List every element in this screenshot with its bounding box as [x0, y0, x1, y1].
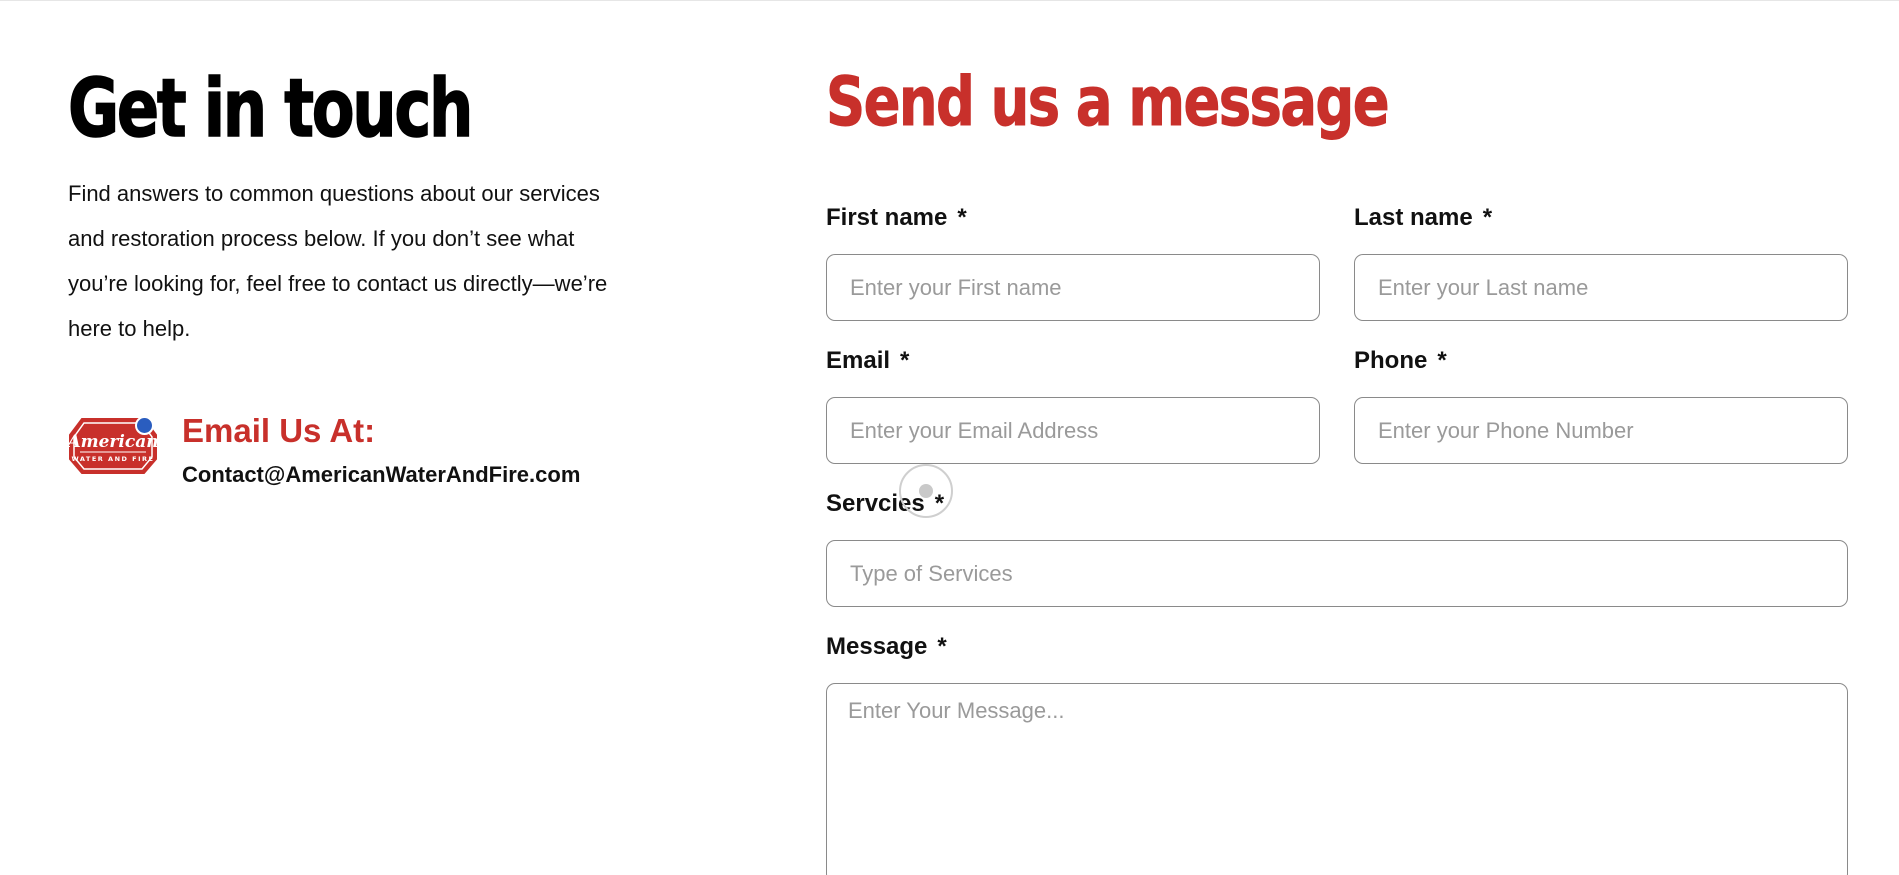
last-name-label: Last name * [1354, 203, 1848, 233]
last-name-label-text: Last name [1354, 204, 1473, 231]
required-marker: * [900, 347, 910, 374]
logo-dot-icon [135, 416, 154, 435]
required-marker: * [934, 490, 945, 517]
services-label: Servcies * [826, 489, 1848, 519]
contact-form: First name * Last name * Email * Phone * [826, 203, 1848, 875]
phone-field-group: Phone * [1354, 346, 1848, 489]
logo-tagline: WATER AND FIRE [72, 455, 155, 463]
message-textarea[interactable] [826, 683, 1848, 875]
email-contact-text: Email Us At: Contact@AmericanWaterAndFir… [182, 411, 580, 489]
get-in-touch-heading: Get in touch [67, 61, 474, 156]
message-label: Message * [826, 632, 1848, 662]
required-marker: * [957, 204, 967, 231]
message-label-text: Message [826, 633, 928, 660]
services-label-text: Servcies [826, 490, 925, 517]
email-label-text: Email [826, 347, 891, 374]
contact-row: Email * Phone * [826, 346, 1848, 489]
required-marker: * [937, 633, 947, 660]
services-input[interactable] [826, 540, 1848, 607]
first-name-field-group: First name * [826, 203, 1320, 346]
name-row: First name * Last name * [826, 203, 1848, 346]
last-name-input[interactable] [1354, 254, 1848, 321]
phone-label-text: Phone [1354, 347, 1428, 374]
email-label: Email * [826, 346, 1320, 376]
contact-info-section: Get in touch Find answers to common ques… [67, 61, 648, 487]
contact-page: Get in touch Find answers to common ques… [0, 0, 1899, 875]
last-name-field-group: Last name * [1354, 203, 1848, 346]
required-marker: * [1437, 347, 1447, 374]
services-field-group: Servcies * [826, 489, 1848, 607]
logo-wordmark: American [68, 432, 158, 452]
email-contact-block: American WATER AND FIRE Email Us At: Con… [68, 411, 580, 489]
send-message-heading: Send us a message [826, 63, 1390, 143]
email-field-group: Email * [826, 346, 1320, 489]
first-name-label-text: First name [826, 204, 948, 231]
email-address-link[interactable]: Contact@AmericanWaterAndFire.com [182, 461, 580, 489]
email-us-heading: Email Us At: [182, 412, 376, 449]
first-name-label: First name * [826, 203, 1320, 233]
message-form-section: Send us a message First name * Last name *… [826, 61, 1848, 875]
contact-description: Find answers to common questions about o… [68, 181, 608, 341]
american-water-and-fire-logo: American WATER AND FIRE [68, 413, 158, 477]
first-name-input[interactable] [826, 254, 1320, 321]
required-marker: * [1482, 204, 1493, 231]
phone-label: Phone * [1354, 346, 1848, 376]
message-field-group: Message * [826, 632, 1848, 875]
email-input[interactable] [826, 397, 1320, 464]
phone-input[interactable] [1354, 397, 1848, 464]
